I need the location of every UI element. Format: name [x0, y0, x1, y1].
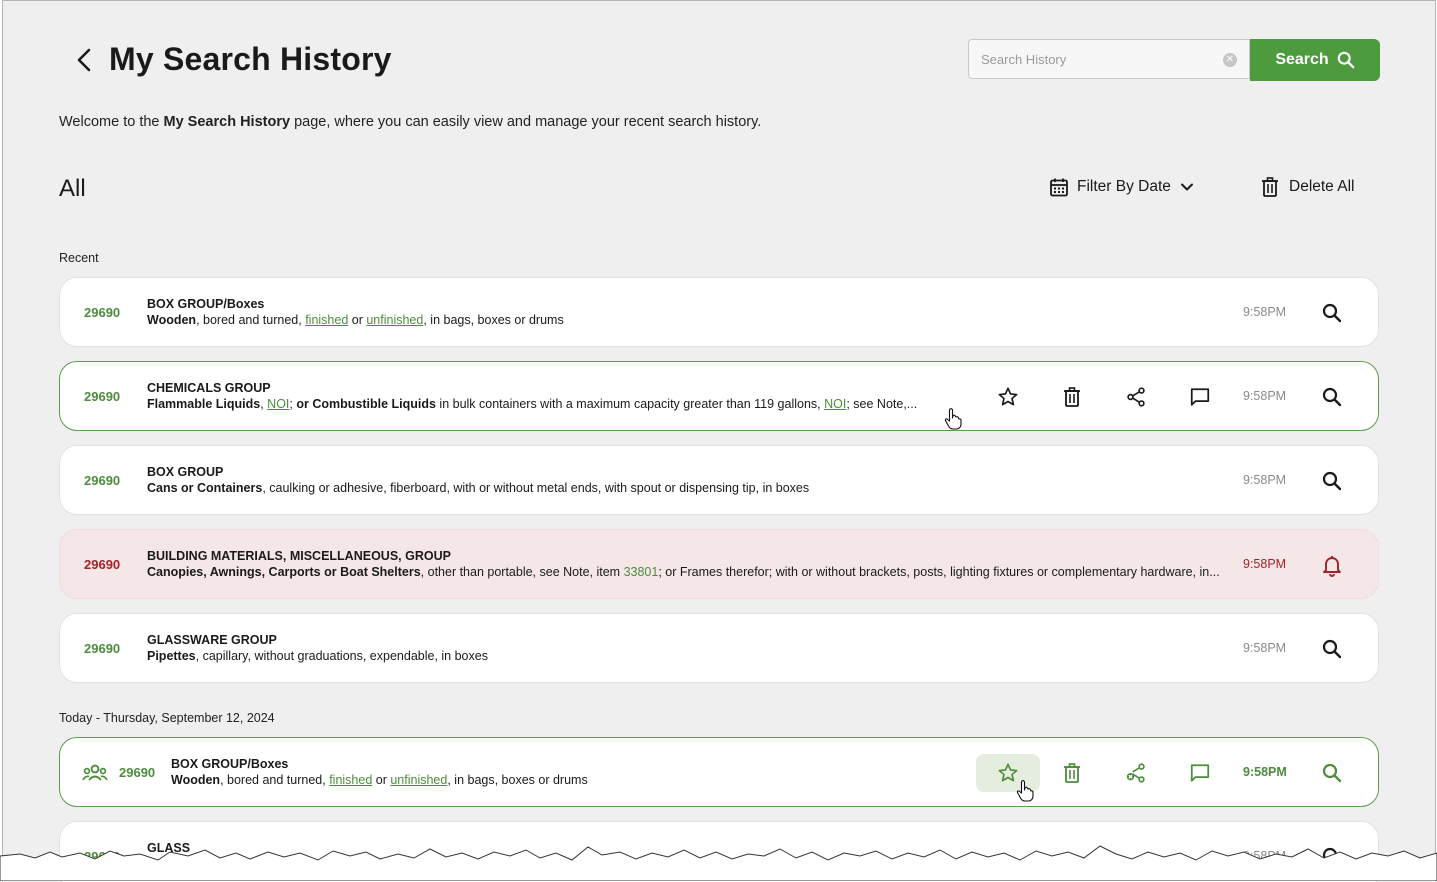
- search-icon[interactable]: [1320, 761, 1344, 785]
- row-time: 9:58PM: [1243, 389, 1287, 403]
- back-arrow-icon: [77, 48, 91, 72]
- comment-icon: [1190, 764, 1210, 782]
- hand-cursor-icon: [1016, 780, 1034, 802]
- delete-button[interactable]: [1040, 754, 1104, 792]
- page-title: My Search History: [109, 41, 392, 77]
- item-description: Cans or Containers, caulking or adhesive…: [147, 481, 810, 495]
- clear-icon[interactable]: ✕: [1223, 53, 1237, 67]
- app-frame: My Search History ✕ Search Welcome to th…: [2, 0, 1436, 882]
- item-code: 29690: [84, 641, 121, 656]
- item-description: Wooden, bored and turned, finished or un…: [147, 313, 564, 327]
- item-description: Flammable Liquids, NOI; or Combustible L…: [147, 397, 918, 411]
- group-label-recent: Recent: [59, 251, 99, 265]
- history-row-shared[interactable]: 29690 BOX GROUP/Boxes Wooden, bored and …: [59, 737, 1379, 807]
- link-unfinished[interactable]: unfinished: [390, 773, 447, 787]
- history-row[interactable]: 29690 BOX GROUP Cans or Containers, caul…: [59, 445, 1379, 515]
- delete-all-label: Delete All: [1289, 178, 1355, 195]
- row-text: BOX GROUP Cans or Containers, caulking o…: [147, 465, 1237, 495]
- hand-cursor-icon: [944, 408, 962, 430]
- trash-icon: [1064, 387, 1080, 407]
- row-text: BOX GROUP/Boxes Wooden, bored and turned…: [171, 757, 951, 787]
- row-time: 9:58PM: [1243, 641, 1287, 655]
- intro-text: Welcome to the My Search History page, w…: [59, 114, 762, 130]
- filter-by-date-button[interactable]: Filter By Date: [1049, 177, 1195, 197]
- item-description: Canopies, Awnings, Carports or Boat Shel…: [147, 565, 1220, 579]
- unshare-icon: [1126, 763, 1145, 783]
- item-code: 29690: [84, 305, 121, 320]
- share-button[interactable]: [1104, 378, 1168, 416]
- search-input[interactable]: [979, 50, 1213, 68]
- search-icon[interactable]: [1320, 637, 1344, 661]
- chevron-down-icon: [1180, 183, 1193, 191]
- item-code: 29690: [119, 765, 156, 780]
- delete-button[interactable]: [1040, 378, 1104, 416]
- search-icon: [1337, 51, 1355, 69]
- people-icon: [82, 764, 108, 781]
- calendar-icon: [1050, 178, 1068, 197]
- group-name: CHEMICALS GROUP: [147, 381, 271, 395]
- search-icon[interactable]: [1320, 385, 1344, 409]
- search-button-label: Search: [1275, 51, 1329, 68]
- history-row[interactable]: 29690 GLASSWARE GROUP Pipettes, capillar…: [59, 613, 1379, 683]
- group-name: GLASSWARE GROUP: [147, 633, 277, 647]
- row-text: CHEMICALS GROUP Flammable Liquids, NOI; …: [147, 381, 927, 411]
- torn-edge-decoration: [0, 845, 1437, 881]
- group-label-today: Today - Thursday, September 12, 2024: [59, 711, 275, 725]
- group-name: BUILDING MATERIALS, MISCELLANEOUS, GROUP: [147, 549, 451, 563]
- delete-all-button[interactable]: Delete All: [1261, 177, 1354, 197]
- back-button[interactable]: [69, 45, 99, 75]
- row-time: 9:58PM: [1243, 473, 1287, 487]
- search-bar: ✕ Search: [968, 39, 1380, 81]
- item-code: 29690: [84, 557, 121, 572]
- row-text: BUILDING MATERIALS, MISCELLANEOUS, GROUP…: [147, 549, 1232, 579]
- link-finished[interactable]: finished: [305, 313, 348, 327]
- link-finished[interactable]: finished: [329, 773, 372, 787]
- favorite-button[interactable]: [976, 378, 1040, 416]
- search-icon[interactable]: [1320, 301, 1344, 325]
- link-unfinished[interactable]: unfinished: [366, 313, 423, 327]
- unshare-button[interactable]: [1104, 754, 1168, 792]
- filter-label: Filter By Date: [1077, 178, 1171, 195]
- row-time: 9:58PM: [1243, 765, 1287, 779]
- section-title: All: [59, 175, 86, 202]
- row-time: 9:58PM: [1243, 305, 1287, 319]
- item-description: Wooden, bored and turned, finished or un…: [171, 773, 588, 787]
- share-icon: [1127, 387, 1145, 407]
- header: My Search History ✕ Search: [59, 39, 1380, 83]
- bell-icon[interactable]: [1320, 553, 1344, 577]
- group-name: BOX GROUP: [147, 465, 224, 479]
- trash-icon: [1064, 763, 1080, 783]
- search-field[interactable]: ✕: [968, 39, 1250, 79]
- group-name: BOX GROUP/Boxes: [147, 297, 265, 311]
- history-row[interactable]: 29690 CHEMICALS GROUP Flammable Liquids,…: [59, 361, 1379, 431]
- row-time: 9:58PM: [1243, 557, 1287, 571]
- history-row-alert[interactable]: 29690 BUILDING MATERIALS, MISCELLANEOUS,…: [59, 529, 1379, 599]
- link-noi[interactable]: NOI: [267, 397, 289, 411]
- item-code: 29690: [84, 389, 121, 404]
- row-text: GLASSWARE GROUP Pipettes, capillary, wit…: [147, 633, 1237, 663]
- row-text: BOX GROUP/Boxes Wooden, bored and turned…: [147, 297, 1237, 327]
- search-icon[interactable]: [1320, 469, 1344, 493]
- comment-icon: [1190, 388, 1210, 406]
- comment-button[interactable]: [1168, 754, 1232, 792]
- link-noi[interactable]: NOI: [824, 397, 846, 411]
- group-name: BOX GROUP/Boxes: [171, 757, 289, 771]
- item-code: 29690: [84, 473, 121, 488]
- item-number[interactable]: 33801: [624, 565, 659, 579]
- search-button[interactable]: Search: [1250, 39, 1380, 81]
- item-description: Pipettes, capillary, without graduations…: [147, 649, 488, 663]
- comment-button[interactable]: [1168, 378, 1232, 416]
- star-icon: [998, 387, 1018, 406]
- row-actions: [976, 378, 1232, 416]
- trash-icon: [1262, 177, 1278, 197]
- history-row[interactable]: 29690 BOX GROUP/Boxes Wooden, bored and …: [59, 277, 1379, 347]
